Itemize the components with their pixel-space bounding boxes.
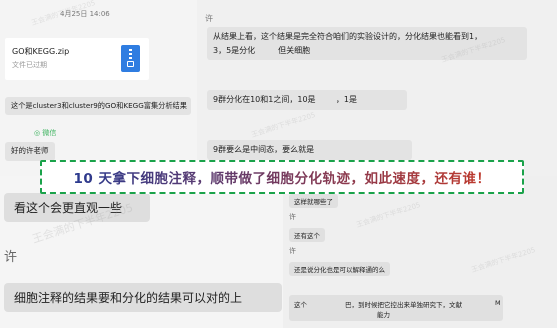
file-message-card[interactable]: GO和KEGG.zip 文件已过期	[5, 38, 149, 80]
sender-name: 许	[205, 14, 213, 23]
message-line-2: 3，5是分化 但关细胞	[213, 45, 311, 55]
message-study-separately: 这个 巴，到时候把它控出来单独研究下，文献 能力 M	[289, 295, 503, 321]
zoom-left-region: 看这个会更直观一些 许 细胞注释的结果要和分化的结果可以对的上	[0, 176, 293, 328]
message-cluster9-position: 9群分化在10和1之间，10是 ，1是	[207, 90, 407, 110]
message-and-this: 还有这个	[289, 228, 325, 242]
banner-text: 10 天拿下细胞注释，顺带做了细胞分化轨迹，如此速度，还有谁！	[74, 167, 491, 187]
timestamp: 4月25日 14:06	[60, 10, 110, 18]
message-explain-differentiation: 还是说分化也是可以解释通的么	[289, 262, 390, 276]
message-which-ones: 这样就哪些了	[289, 194, 338, 208]
message-part-3: 能力	[377, 311, 390, 319]
message-line-1: 从结果上看，这个结果是完全符合咱们的实验设计的，分化结果也能看到1，	[213, 32, 483, 41]
message-annotation-match: 细胞注释的结果要和分化的结果可以对的上	[4, 283, 282, 312]
wechat-source: ◎ 微信	[34, 128, 56, 138]
file-name: GO和KEGG.zip	[12, 47, 70, 56]
message-part-1: 这个	[294, 301, 307, 309]
message-more-intuitive: 看这个会更直观一些	[4, 193, 150, 222]
zoom-sender-2: 许	[289, 247, 296, 255]
highlight-banner: 10 天拿下细胞注释，顺带做了细胞分化轨迹，如此速度，还有谁！	[40, 160, 524, 194]
message-intermediate-state: 9群要么是中间态，要么就是	[207, 140, 412, 160]
zoom-sender-name: 许	[4, 250, 18, 265]
file-status: 文件已过期	[12, 61, 47, 69]
message-teacher: 好的许老师	[5, 142, 55, 161]
message-part-2: 巴，到时候把它控出来单独研究下，文献	[345, 301, 462, 309]
wechat-icon: ◎	[34, 129, 41, 137]
zoom-sender-1: 许	[289, 213, 296, 221]
zoom-right-region: ◎ 微信 这样就哪些了 许 还有这个 许 还是说分化也是可以解释通的么 这个 巴…	[283, 176, 557, 328]
message-cluster-results: 这个是cluster3和cluster9的GO和KEGG富集分析结果	[5, 97, 191, 116]
zip-file-icon	[121, 45, 140, 72]
message-result-analysis: 从结果上看，这个结果是完全符合咱们的实验设计的，分化结果也能看到1， 3，5是分…	[207, 27, 527, 61]
source-label: 微信	[42, 129, 57, 137]
message-part-4: M	[495, 299, 501, 307]
